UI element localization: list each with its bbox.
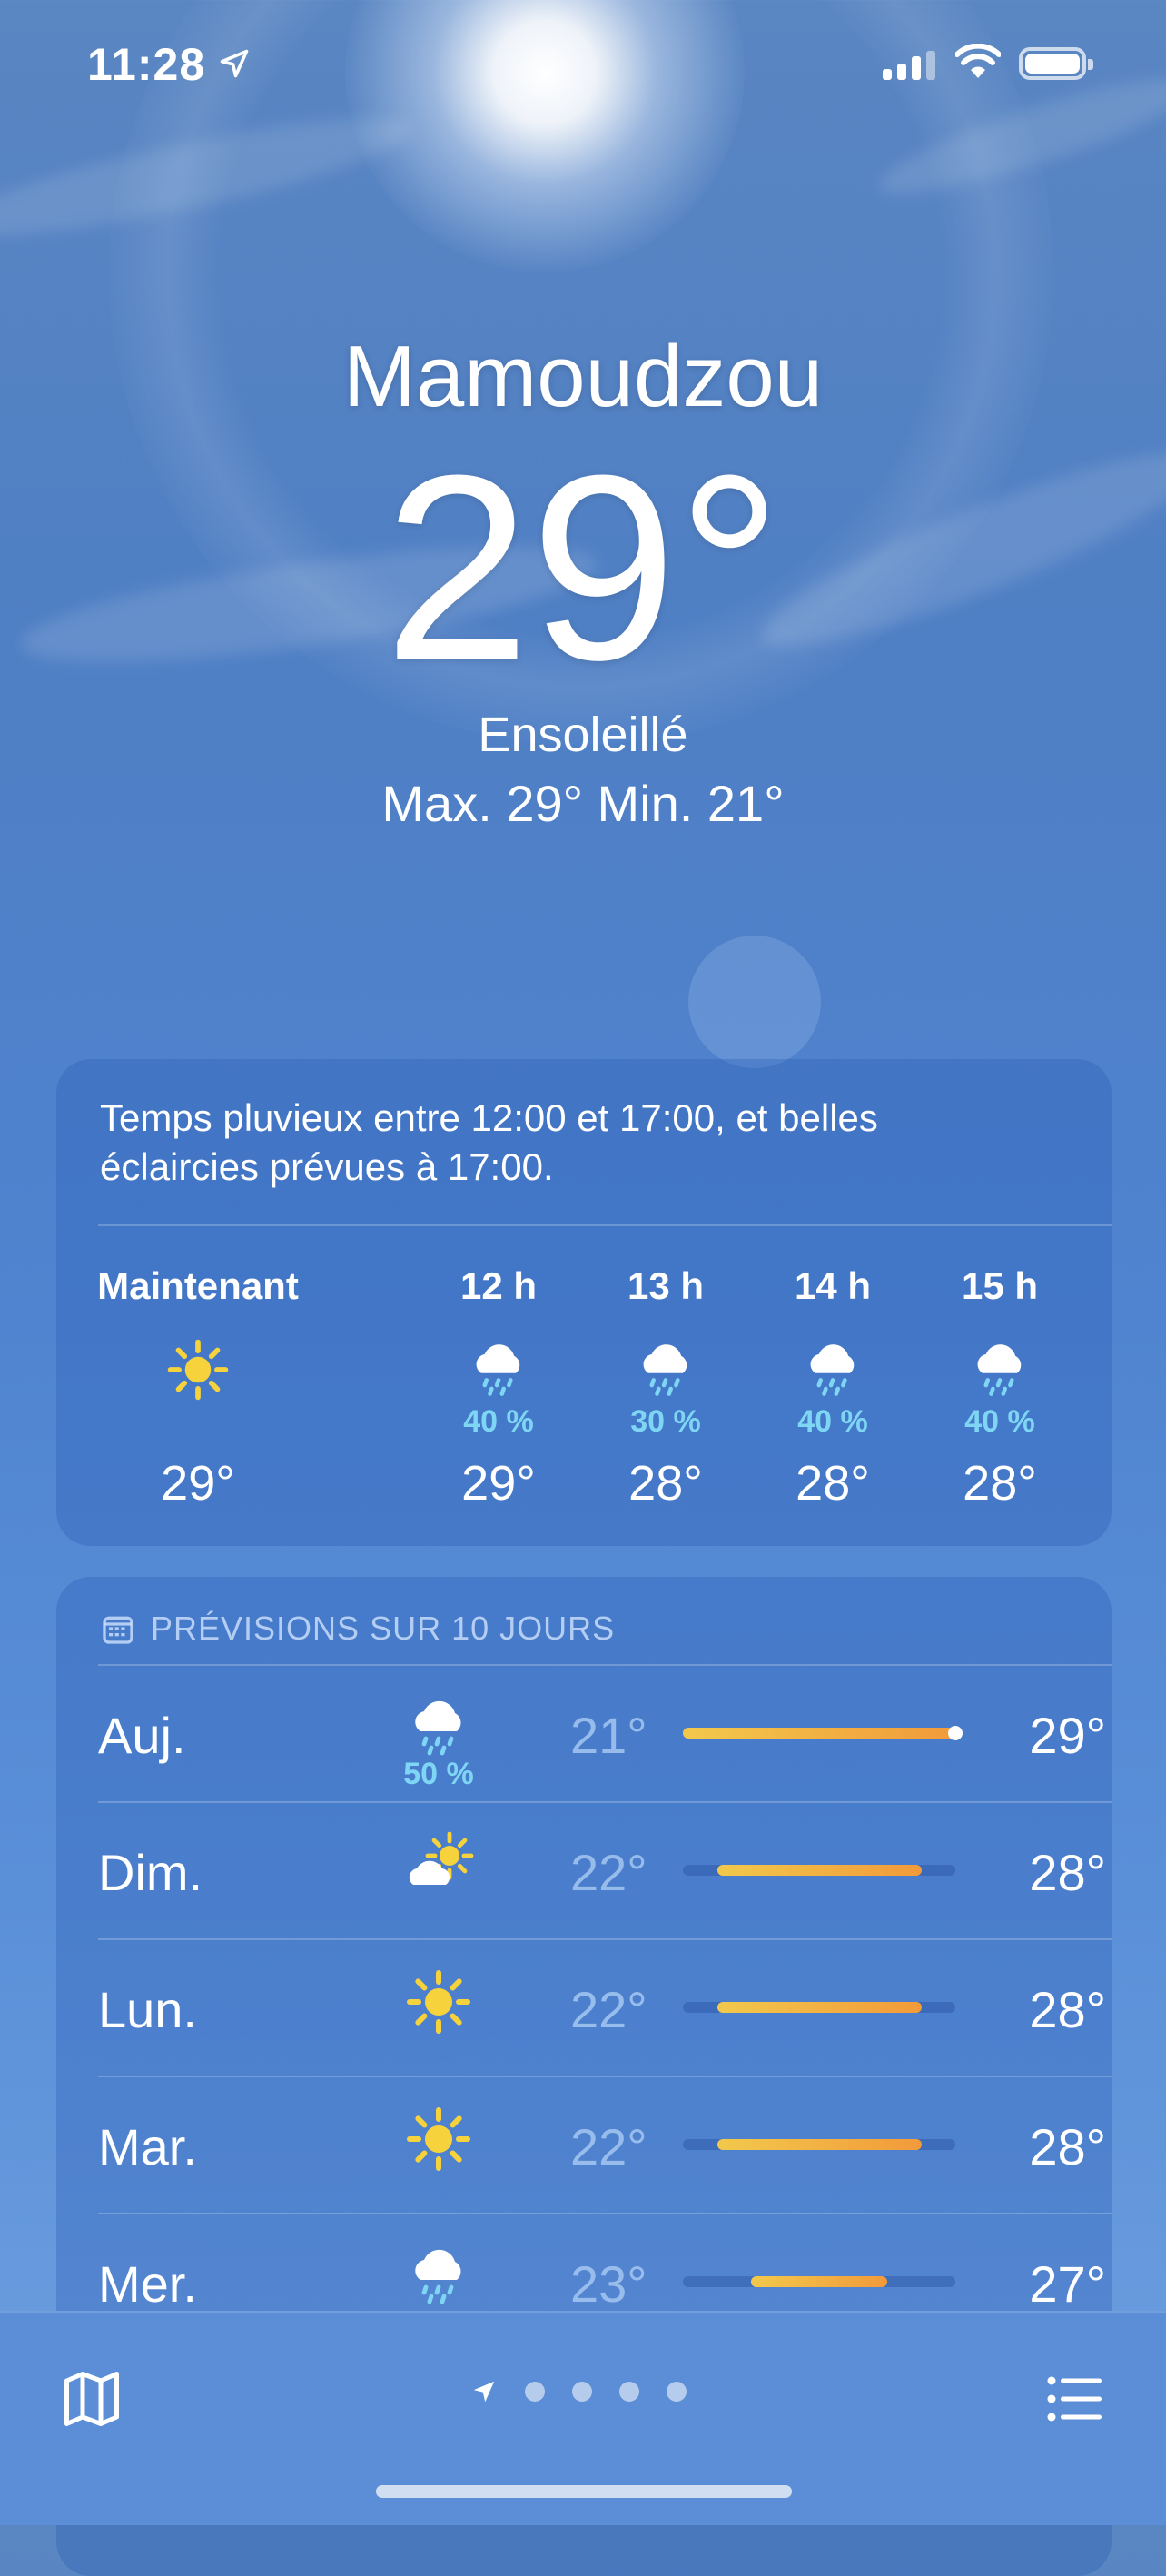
cloud-rain-icon — [746, 1335, 919, 1404]
hour-temperature: 29° — [161, 1456, 235, 1511]
day-precipitation: 50 % — [403, 1757, 474, 1791]
cloud-rain-icon — [412, 1335, 585, 1404]
temperature-range-bar — [751, 2276, 887, 2287]
hour-precipitation: 40 % — [964, 1404, 1035, 1439]
location-page-icon[interactable] — [470, 2378, 498, 2405]
hourly-item: 16 h 40 % 27° — [1081, 1264, 1112, 1511]
hour-label: 14 h — [794, 1264, 872, 1307]
hour-label: 13 h — [627, 1264, 705, 1307]
sun-icon — [389, 1966, 489, 2038]
map-icon[interactable] — [60, 2367, 124, 2431]
day-low-temperature: 22° — [570, 1844, 647, 1901]
hour-label: Maintenant — [97, 1264, 299, 1307]
hour-precipitation: 40 % — [1081, 1404, 1112, 1444]
sun-icon — [389, 2103, 489, 2175]
divider — [98, 1224, 1112, 1226]
day-name: Lun. — [98, 1981, 197, 2038]
cloud-rain-icon — [914, 1335, 1086, 1404]
cloud-rain-icon — [389, 2240, 489, 2313]
daily-row[interactable]: Mar. 22° 28° — [98, 2077, 1106, 2214]
cellular-signal-icon — [883, 51, 935, 80]
daily-row[interactable]: Lun. 22° 28° — [98, 1940, 1106, 2076]
hour-temperature: 28° — [628, 1456, 703, 1511]
hourly-item: 12 h 40 % 29° — [412, 1264, 585, 1511]
hourly-item: 15 h 40 % 28° — [914, 1264, 1086, 1511]
hour-label: 16 h — [1081, 1264, 1112, 1315]
daily-row[interactable]: Dim. 22° 28° — [98, 1803, 1106, 1939]
sun-icon — [89, 1335, 307, 1404]
cloud-sun-icon — [389, 1828, 489, 1901]
list-icon[interactable] — [1042, 2367, 1106, 2431]
hour-temperature: 28° — [795, 1456, 870, 1511]
day-high-temperature: 27° — [1029, 2255, 1106, 2313]
current-condition: Ensoleillé — [478, 708, 688, 762]
day-low-temperature: 23° — [570, 2255, 647, 2313]
high-low-temperature: Max. 29° Min. 21° — [381, 775, 785, 832]
hour-temperature: 28° — [963, 1456, 1037, 1511]
hourly-item: Maintenant 29° — [89, 1264, 307, 1511]
wifi-icon — [955, 44, 1001, 78]
daily-forecast-header: PRÉVISIONS SUR 10 JOURS — [100, 1610, 615, 1648]
page-dot[interactable] — [619, 2382, 639, 2402]
page-indicator[interactable] — [470, 2378, 687, 2405]
hourly-forecast-card[interactable]: Temps pluvieux entre 12:00 et 17:00, et … — [56, 1059, 1112, 1546]
page-dot[interactable] — [667, 2382, 687, 2402]
hour-precipitation — [89, 1404, 307, 1444]
forecast-summary: Temps pluvieux entre 12:00 et 17:00, et … — [100, 1096, 878, 1188]
battery-icon — [1019, 47, 1093, 80]
day-high-temperature: 28° — [1029, 1844, 1106, 1901]
home-indicator[interactable] — [376, 2485, 792, 2498]
temperature-range-track — [683, 2276, 955, 2287]
current-temperature-dot — [948, 1726, 963, 1740]
day-high-temperature: 29° — [1029, 1707, 1106, 1764]
temperature-range-track — [683, 2002, 955, 2013]
cloud-rain-icon — [389, 1691, 489, 1764]
calendar-icon — [103, 1616, 133, 1644]
hour-temperature: 27° — [1081, 1455, 1112, 1511]
city-name: Mamoudzou — [342, 328, 824, 425]
hour-precipitation: 30 % — [630, 1404, 701, 1439]
cloud-rain-icon — [579, 1335, 752, 1404]
hour-temperature: 29° — [461, 1456, 536, 1511]
current-temperature: 29° — [383, 421, 783, 715]
cloud-rain-icon — [1081, 1335, 1112, 1404]
temperature-range-track — [683, 1726, 963, 1740]
temperature-range-bar — [716, 2139, 922, 2150]
temperature-range-bar — [716, 2002, 922, 2013]
temperature-range-track — [683, 2139, 955, 2150]
day-low-temperature: 21° — [570, 1707, 647, 1764]
lens-flare — [688, 936, 821, 1068]
day-low-temperature: 22° — [570, 2118, 647, 2175]
hour-precipitation: 40 % — [797, 1404, 868, 1439]
hour-label: 15 h — [961, 1264, 1039, 1307]
hour-label: 12 h — [459, 1264, 538, 1307]
hourly-item: 13 h 30 % 28° — [579, 1264, 752, 1511]
day-high-temperature: 28° — [1029, 2118, 1106, 2175]
status-time: 11:28 — [87, 39, 206, 90]
temperature-range-bar — [683, 1728, 955, 1739]
day-name: Dim. — [98, 1844, 203, 1901]
day-high-temperature: 28° — [1029, 1981, 1106, 2038]
temperature-range-track — [683, 1865, 955, 1876]
day-name: Mar. — [98, 2118, 197, 2175]
location-arrow-icon — [220, 49, 249, 78]
page-dot[interactable] — [572, 2382, 592, 2402]
daily-row[interactable]: Auj. 50 % 21° 29° — [98, 1666, 1106, 1802]
hourly-item: 14 h 40 % 28° — [746, 1264, 919, 1511]
daily-forecast-title: PRÉVISIONS SUR 10 JOURS — [151, 1610, 616, 1647]
day-name: Auj. — [98, 1707, 186, 1764]
page-dot[interactable] — [525, 2382, 545, 2402]
temperature-range-bar — [716, 1865, 922, 1876]
day-name: Mer. — [98, 2255, 197, 2313]
day-low-temperature: 22° — [570, 1981, 647, 2038]
hour-precipitation: 40 % — [463, 1404, 534, 1439]
